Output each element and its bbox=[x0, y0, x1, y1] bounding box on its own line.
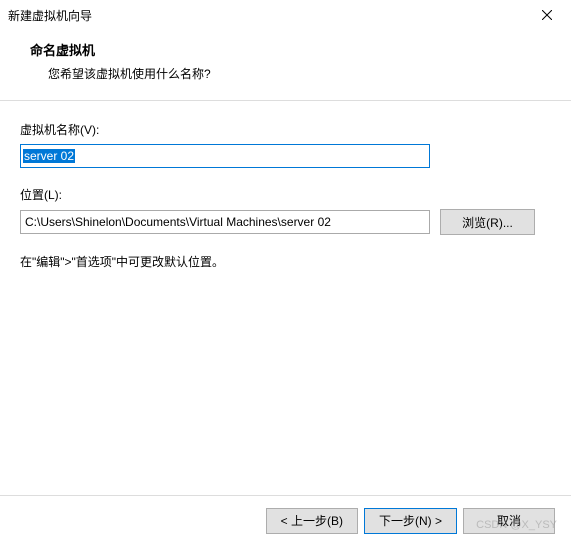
wizard-footer: < 上一步(B) 下一步(N) > 取消 bbox=[0, 495, 571, 545]
back-button[interactable]: < 上一步(B) bbox=[266, 508, 358, 534]
close-button[interactable] bbox=[527, 2, 567, 28]
window-title: 新建虚拟机向导 bbox=[8, 7, 92, 24]
vm-name-input[interactable]: server 02 bbox=[20, 144, 430, 168]
next-button[interactable]: 下一步(N) > bbox=[364, 508, 457, 534]
location-label: 位置(L): bbox=[20, 186, 551, 203]
wizard-content: 虚拟机名称(V): server 02 位置(L): 浏览(R)... 在"编辑… bbox=[0, 101, 571, 270]
wizard-header: 命名虚拟机 您希望该虚拟机使用什么名称? bbox=[0, 30, 571, 101]
location-group: 位置(L): 浏览(R)... bbox=[20, 186, 551, 235]
window-titlebar: 新建虚拟机向导 bbox=[0, 0, 571, 30]
vm-name-label: 虚拟机名称(V): bbox=[20, 121, 551, 138]
hint-text: 在"编辑">"首选项"中可更改默认位置。 bbox=[20, 253, 551, 270]
page-subtitle: 您希望该虚拟机使用什么名称? bbox=[48, 65, 547, 82]
vm-name-value: server 02 bbox=[23, 149, 75, 163]
page-title: 命名虚拟机 bbox=[30, 40, 547, 59]
cancel-button[interactable]: 取消 bbox=[463, 508, 555, 534]
vm-name-group: 虚拟机名称(V): server 02 bbox=[20, 121, 551, 168]
close-icon bbox=[542, 10, 552, 20]
browse-button[interactable]: 浏览(R)... bbox=[440, 209, 535, 235]
location-input[interactable] bbox=[20, 210, 430, 234]
